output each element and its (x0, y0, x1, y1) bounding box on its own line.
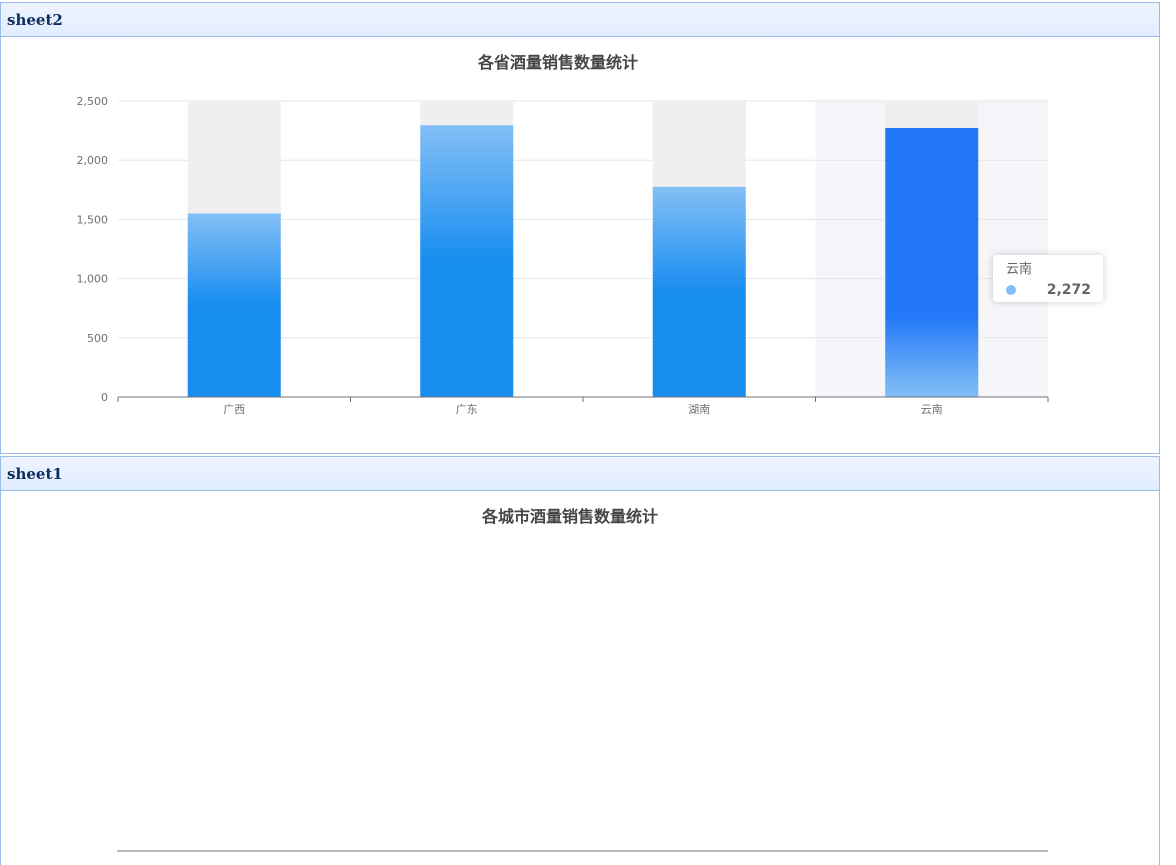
bar-广西[interactable] (187, 213, 281, 397)
panel-sheet1: sheet1 各城市酒量销售数量统计 (0, 456, 1160, 865)
chart-container-sheet1: 各城市酒量销售数量统计 (1, 491, 1159, 863)
chart-title: 各省酒量销售数量统计 (477, 53, 638, 72)
x-tick-label: 云南 (921, 403, 943, 416)
panel-sheet2: sheet2 各省酒量销售数量统计 0 500 1,000 1,500 2,000 2,5… (0, 2, 1160, 454)
x-tick-label: 广西 (223, 403, 245, 416)
tooltip-value: 2,272 (1046, 282, 1091, 298)
y-tick-label: 1,500 (77, 213, 109, 226)
panel-header-sheet2[interactable]: sheet2 (1, 3, 1159, 37)
panel-header-sheet1[interactable]: sheet1 (1, 457, 1159, 491)
chart-container-sheet2: 各省酒量销售数量统计 0 500 1,000 1,500 2,000 2,500 广西 广东 湖… (1, 37, 1159, 451)
city-sales-chart[interactable]: 各城市酒量销售数量统计 (1, 491, 1159, 863)
y-tick-label: 2,000 (77, 154, 109, 167)
y-tick-label: 1,000 (77, 273, 109, 286)
x-tick-label: 广东 (456, 403, 478, 416)
chart-title: 各城市酒量销售数量统计 (481, 507, 658, 526)
bar-广东[interactable] (420, 125, 514, 397)
chart-tooltip: 云南 2,272 (993, 255, 1103, 302)
y-tick-label: 0 (101, 391, 108, 404)
x-tick-label: 湖南 (688, 403, 710, 416)
province-sales-chart[interactable]: 各省酒量销售数量统计 0 500 1,000 1,500 2,000 2,500 广西 广东 湖… (1, 37, 1159, 451)
tooltip-series-dot-icon (1006, 285, 1016, 295)
y-tick-label: 500 (87, 332, 108, 345)
y-tick-label: 2,500 (77, 95, 109, 108)
bar-云南[interactable] (885, 127, 979, 397)
tooltip-category: 云南 (1006, 262, 1033, 277)
bar-湖南[interactable] (652, 186, 746, 397)
